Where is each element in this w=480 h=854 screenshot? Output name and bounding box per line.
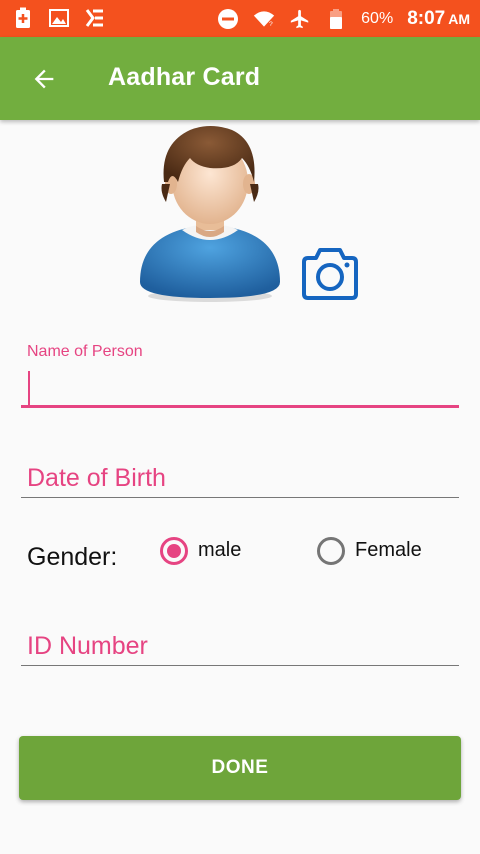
clock-ampm: AM xyxy=(448,10,470,27)
notification-icons xyxy=(12,7,106,29)
back-button[interactable] xyxy=(26,61,62,97)
radio-female-label[interactable]: Female xyxy=(355,539,422,562)
battery-percent: 60% xyxy=(361,9,394,27)
battery-saver-icon xyxy=(12,7,34,29)
camera-icon xyxy=(302,248,358,300)
id-number-placeholder: ID Number xyxy=(27,632,148,660)
page-title: Aadhar Card xyxy=(108,63,261,91)
do-not-disturb-icon xyxy=(217,8,239,30)
radio-male[interactable] xyxy=(160,537,188,565)
status-bar: ? 60% 8:07 AM xyxy=(0,0,480,37)
gender-label: Gender: xyxy=(27,543,118,571)
profile-avatar[interactable] xyxy=(138,122,282,302)
radio-male-label[interactable]: male xyxy=(198,539,241,562)
dob-underline xyxy=(21,497,459,498)
add-photo-button[interactable] xyxy=(298,244,362,302)
clock: 8:07 AM xyxy=(407,8,470,30)
text-cursor xyxy=(28,371,30,407)
id-underline xyxy=(21,665,459,666)
radio-female[interactable] xyxy=(317,537,345,565)
battery-icon xyxy=(325,8,347,30)
svg-text:?: ? xyxy=(269,20,273,27)
date-of-birth-placeholder: Date of Birth xyxy=(27,464,166,492)
done-button[interactable]: DONE xyxy=(19,736,461,800)
checklist-icon xyxy=(84,7,106,29)
wifi-icon: ? xyxy=(253,8,275,30)
clock-time: 8:07 xyxy=(407,7,446,29)
image-icon xyxy=(48,7,70,29)
system-icons: ? 60% 8:07 AM xyxy=(217,0,470,37)
app-toolbar: Aadhar Card xyxy=(0,37,480,120)
name-of-person-label: Name of Person xyxy=(27,343,143,360)
name-underline xyxy=(21,405,459,408)
arrow-back-icon xyxy=(34,69,54,89)
airplane-mode-icon xyxy=(289,8,311,30)
